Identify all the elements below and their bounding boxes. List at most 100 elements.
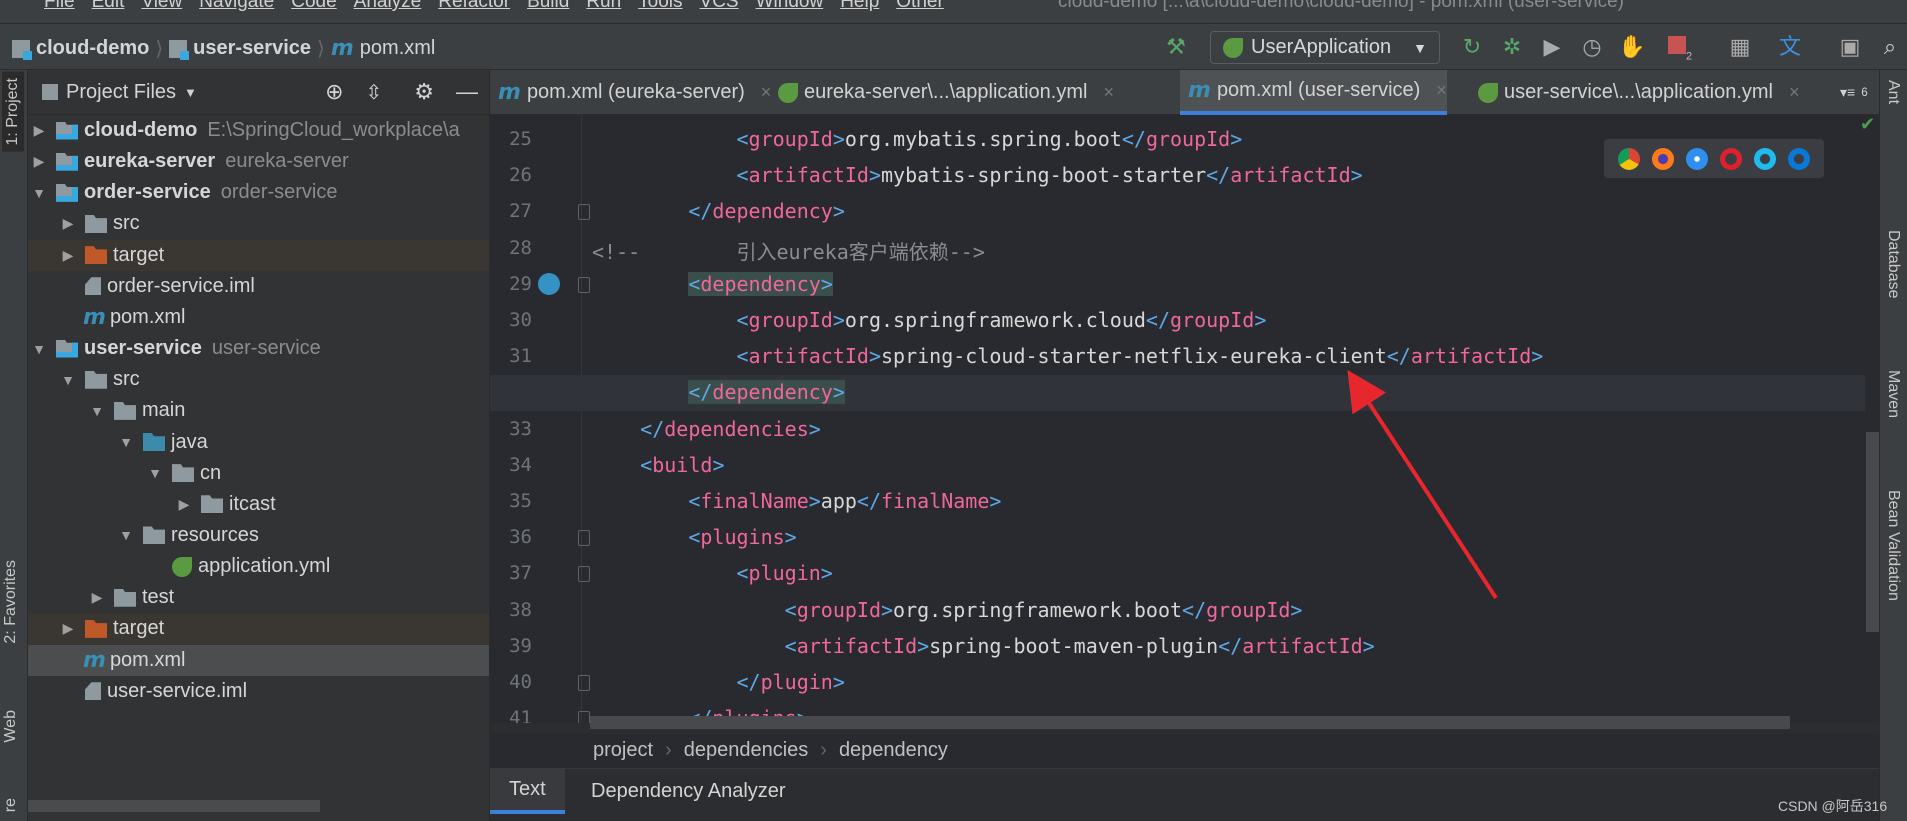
translate-icon[interactable]: 文 (1776, 34, 1804, 60)
menu-vcs[interactable]: VCS (700, 0, 739, 13)
fold-marker-icon[interactable] (578, 566, 590, 583)
menu-build[interactable]: Build (527, 0, 569, 13)
menu-navigate[interactable]: Navigate (199, 0, 274, 13)
chevron-right-icon[interactable]: ▶ (30, 153, 48, 170)
tool-window-database[interactable]: Database (1884, 230, 1902, 299)
chevron-down-icon[interactable]: ▼ (59, 372, 77, 388)
chevron-down-icon[interactable]: ▼ (117, 434, 135, 450)
tree-item[interactable]: m pom.xml (28, 644, 489, 676)
project-horizontal-scrollbar[interactable] (28, 800, 320, 812)
menu-tools[interactable]: Tools (638, 0, 682, 13)
search-icon[interactable]: ⌕ (1876, 34, 1904, 60)
chevron-down-icon[interactable]: ▼ (184, 85, 197, 100)
run-config-selector[interactable]: UserApplication ▼ (1210, 31, 1440, 64)
gear-icon[interactable]: ⚙ (414, 79, 434, 105)
chevron-down-icon[interactable]: ▼ (30, 341, 48, 357)
edge-icon[interactable] (1788, 147, 1810, 170)
menu-other[interactable]: Other (896, 0, 944, 13)
attach-icon[interactable]: ✋ (1618, 34, 1646, 60)
fold-marker-icon[interactable] (578, 711, 590, 723)
chevron-right-icon[interactable]: ▶ (88, 589, 106, 606)
fold-marker-icon[interactable] (578, 204, 590, 221)
close-icon[interactable]: × (1103, 82, 1114, 103)
fold-marker-icon[interactable] (578, 276, 590, 293)
menu-view[interactable]: View (141, 0, 182, 13)
tree-item[interactable]: order-service.iml (28, 271, 489, 302)
breadcrumb-item[interactable]: pom.xml (360, 37, 436, 60)
menu-run[interactable]: Run (586, 0, 621, 13)
override-gutter-icon[interactable] (538, 272, 560, 295)
xml-breadcrumb-item[interactable]: dependencies (684, 739, 809, 762)
menu-help[interactable]: Help (840, 0, 879, 13)
xml-breadcrumb-item[interactable]: dependency (839, 739, 948, 762)
tool-window-project[interactable]: 1: Project (2, 72, 24, 152)
profiler-icon[interactable]: ◷ (1578, 34, 1606, 60)
chevron-down-icon[interactable]: ▼ (146, 465, 164, 481)
coverage-icon[interactable]: ▶ (1538, 34, 1566, 60)
tree-item[interactable]: ▼ src (28, 364, 489, 395)
hide-icon[interactable]: — (456, 79, 478, 105)
menu-window[interactable]: Window (756, 0, 824, 13)
fold-marker-icon[interactable] (578, 530, 590, 547)
tree-item[interactable]: ▼ resources (28, 520, 489, 551)
chevron-down-icon[interactable]: ▼ (30, 185, 48, 201)
project-view-selector[interactable]: Project Files (66, 81, 176, 104)
tool-window-bean-validation[interactable]: Bean Validation (1884, 490, 1902, 601)
chevron-right-icon[interactable]: ▶ (59, 620, 77, 637)
stop-button[interactable]: 2 (1666, 34, 1694, 69)
build-hammer-icon[interactable]: ⚒ (1162, 34, 1190, 60)
close-icon[interactable]: × (1436, 80, 1447, 101)
chrome-icon[interactable] (1618, 147, 1640, 170)
tree-item[interactable]: ▶ src (28, 208, 489, 239)
tree-item[interactable]: application.yml (28, 551, 489, 582)
firefox-icon[interactable] (1652, 147, 1674, 170)
opera-icon[interactable] (1720, 147, 1742, 170)
tab-3[interactable]: user-service\...\application.yml × (1470, 70, 1800, 115)
tree-item[interactable]: ▼ cn (28, 458, 489, 489)
menu-analyze[interactable]: Analyze (354, 0, 422, 13)
menu-file[interactable]: File (44, 0, 75, 13)
tree-item[interactable]: ▶ test (28, 582, 489, 613)
close-icon[interactable]: × (1789, 82, 1800, 103)
locate-icon[interactable]: ⊕ (325, 79, 343, 105)
xml-breadcrumb-item[interactable]: project (593, 739, 653, 762)
tree-item[interactable]: ▼ java (28, 427, 489, 458)
code-editor[interactable]: 2526272829303132333435363738394041 <grou… (490, 115, 1879, 723)
chevron-right-icon[interactable]: ▶ (59, 247, 77, 264)
tree-item[interactable]: m pom.xml (28, 302, 489, 333)
breadcrumb-item[interactable]: cloud-demo (36, 37, 149, 60)
tool-window-ant[interactable]: Ant (1884, 80, 1902, 104)
chevron-down-icon[interactable]: ▼ (117, 527, 135, 543)
tree-item[interactable]: ▶ cloud-demo E:\SpringCloud_workplace\a (28, 115, 489, 146)
tree-item[interactable]: ▼ user-service user-service (28, 333, 489, 364)
tool-window-favorites[interactable]: 2: Favorites (2, 560, 20, 644)
menu-code[interactable]: Code (291, 0, 336, 13)
menu-edit[interactable]: Edit (92, 0, 125, 13)
project-structure-icon[interactable]: ▦ (1726, 34, 1754, 60)
tree-item[interactable]: user-service.iml (28, 676, 489, 707)
tab-1[interactable]: eureka-server\...\application.yml × (770, 70, 1114, 115)
tree-item[interactable]: ▶ eureka-server eureka-server (28, 146, 489, 177)
tab-0[interactable]: m pom.xml (eureka-server) × (490, 70, 771, 115)
bottom-tab-dependency-analyzer[interactable]: Dependency Analyzer (572, 769, 805, 814)
tool-window-web[interactable]: Web (2, 710, 20, 743)
tree-item[interactable]: ▼ main (28, 395, 489, 426)
tree-item[interactable]: ▶ target (28, 239, 489, 271)
chevron-right-icon[interactable]: ▶ (30, 122, 48, 139)
breadcrumb-item[interactable]: user-service (193, 37, 311, 60)
tree-item[interactable]: ▼ order-service order-service (28, 177, 489, 208)
collapse-all-icon[interactable]: ⇳ (366, 80, 383, 105)
rerun-icon[interactable]: ↻ (1458, 34, 1486, 60)
editor-horizontal-scrollbar[interactable] (590, 716, 1790, 729)
chevron-right-icon[interactable]: ▶ (175, 496, 193, 513)
safari-icon[interactable] (1686, 147, 1708, 170)
tool-window-maven[interactable]: Maven (1884, 370, 1902, 418)
tabs-overflow-button[interactable]: ▾≡ 6 (1832, 70, 1868, 115)
tree-item[interactable]: ▶ itcast (28, 489, 489, 520)
bottom-tab-text[interactable]: Text (490, 769, 565, 814)
internet-explorer-icon[interactable] (1754, 147, 1776, 170)
debug-bug-icon[interactable]: ✲ (1498, 34, 1526, 60)
tool-window-structure[interactable]: re (2, 798, 20, 812)
menu-refactor[interactable]: Refactor (438, 0, 510, 13)
terminal-window-icon[interactable]: ▣ (1836, 34, 1864, 60)
